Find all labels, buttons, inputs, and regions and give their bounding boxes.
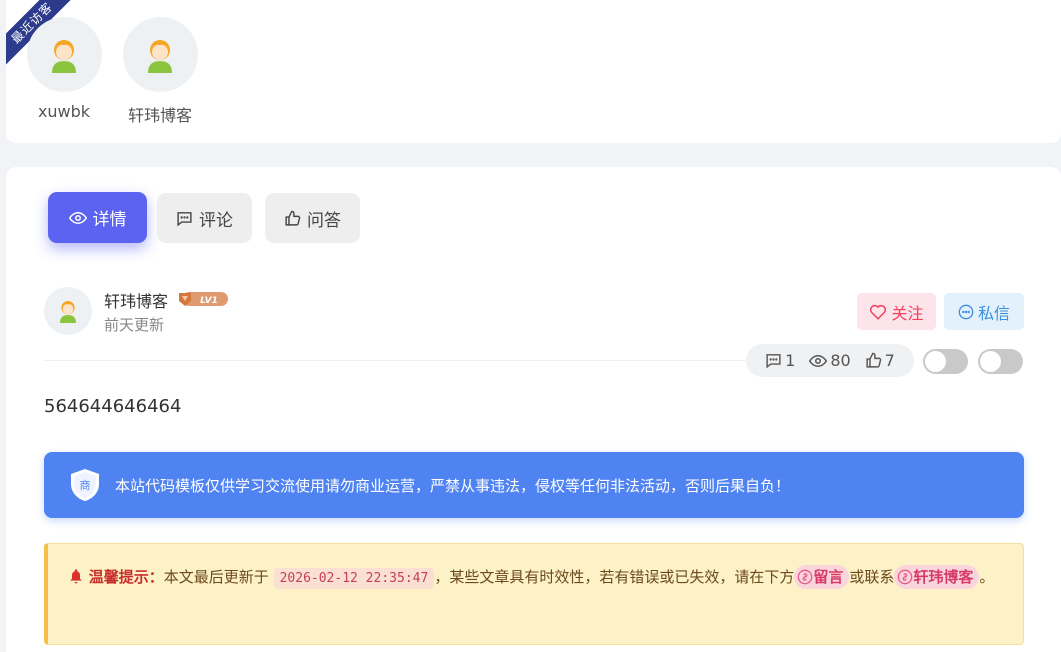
follow-button[interactable]: 关注 xyxy=(857,293,936,330)
view-count: 80 xyxy=(809,351,851,370)
post-stats: 1 80 7 xyxy=(746,344,914,377)
recent-visitors-card: 最近访客 xuwbk 轩玮博客 xyxy=(6,0,1061,143)
link-icon xyxy=(898,569,913,585)
tab-details[interactable]: 详情 xyxy=(48,192,147,243)
tab-label: 评论 xyxy=(199,210,233,231)
updated-time: 前天更新 xyxy=(104,316,165,334)
toggle-switch[interactable] xyxy=(923,349,968,374)
toggle-knob xyxy=(980,351,1001,372)
divider xyxy=(44,360,746,361)
comment-count[interactable]: 1 xyxy=(765,351,795,370)
toggle-switch[interactable] xyxy=(978,349,1023,374)
tip-title: 温馨提示： xyxy=(88,568,164,586)
comment-icon xyxy=(766,354,781,369)
comment-count-value: 1 xyxy=(785,351,796,370)
user-avatar-icon xyxy=(52,39,76,73)
tip-text: 或联系 xyxy=(849,568,895,586)
visitor-item[interactable]: 轩玮博客 xyxy=(115,17,205,126)
visitor-name[interactable]: 轩玮博客 xyxy=(115,102,205,126)
author-link[interactable]: 轩玮博客 xyxy=(894,565,980,589)
comment-link[interactable]: 留言 xyxy=(794,565,850,589)
like-count-value: 7 xyxy=(884,351,895,370)
tip-box: 温馨提示：本文最后更新于 2026-02-12 22:35:47 ，某些文章具有时… xyxy=(44,543,1024,645)
author-avatar[interactable] xyxy=(44,287,92,335)
eye-icon xyxy=(68,211,87,224)
link-icon xyxy=(797,569,813,585)
user-avatar-icon xyxy=(60,301,76,323)
like-count[interactable]: 7 xyxy=(865,351,895,370)
private-message-button[interactable]: 私信 xyxy=(944,293,1024,330)
view-count-value: 80 xyxy=(830,351,851,370)
level-badge: LV1 xyxy=(179,292,228,306)
author-link-label: 轩玮博客 xyxy=(913,568,974,586)
user-avatar-icon xyxy=(148,39,172,73)
visitor-item[interactable]: xuwbk xyxy=(19,17,109,121)
message-label: 私信 xyxy=(977,303,1010,323)
avatar[interactable] xyxy=(122,17,198,92)
tab-qa[interactable]: 问答 xyxy=(265,193,360,243)
notice-banner: 商 本站代码模板仅供学习交流使用请勿商业运营，严禁从事违法，侵权等任何非法活动，… xyxy=(44,452,1024,518)
eye-icon xyxy=(809,354,828,367)
tip-text: ，某些文章具有时效性，若有错误或已失效，请在下方 xyxy=(434,568,795,586)
toggle-knob xyxy=(925,351,946,372)
visitor-name[interactable]: xuwbk xyxy=(19,102,109,121)
thumbs-up-icon xyxy=(285,210,301,226)
author-name[interactable]: 轩玮博客 xyxy=(104,288,168,312)
tip-text: 本文最后更新于 xyxy=(163,568,269,586)
avatar[interactable] xyxy=(26,17,102,92)
heart-icon xyxy=(870,304,887,320)
shield-text: 商 xyxy=(80,478,91,492)
comment-link-label: 留言 xyxy=(813,568,844,586)
shield-icon: 商 xyxy=(71,469,99,501)
tab-label: 问答 xyxy=(307,210,341,231)
update-date: 2026-02-12 22:35:47 xyxy=(273,568,435,589)
comment-icon xyxy=(177,211,192,226)
tip-text: 。 xyxy=(979,568,995,586)
tab-comments[interactable]: 评论 xyxy=(157,193,252,243)
level-text: LV1 xyxy=(200,296,218,306)
post-card: 详情 评论 问答 轩玮博客 LV1 前天更新 关注 私信 1 80 7 5646… xyxy=(6,167,1061,652)
notice-text: 本站代码模板仅供学习交流使用请勿商业运营，严禁从事违法，侵权等任何非法活动，否则… xyxy=(115,476,791,495)
tab-label: 详情 xyxy=(92,210,127,230)
thumbs-up-icon xyxy=(866,352,881,368)
bell-icon xyxy=(70,569,82,584)
post-content: 564644646464 xyxy=(44,396,182,417)
follow-label: 关注 xyxy=(891,303,924,323)
chat-bubble-icon xyxy=(958,304,974,319)
